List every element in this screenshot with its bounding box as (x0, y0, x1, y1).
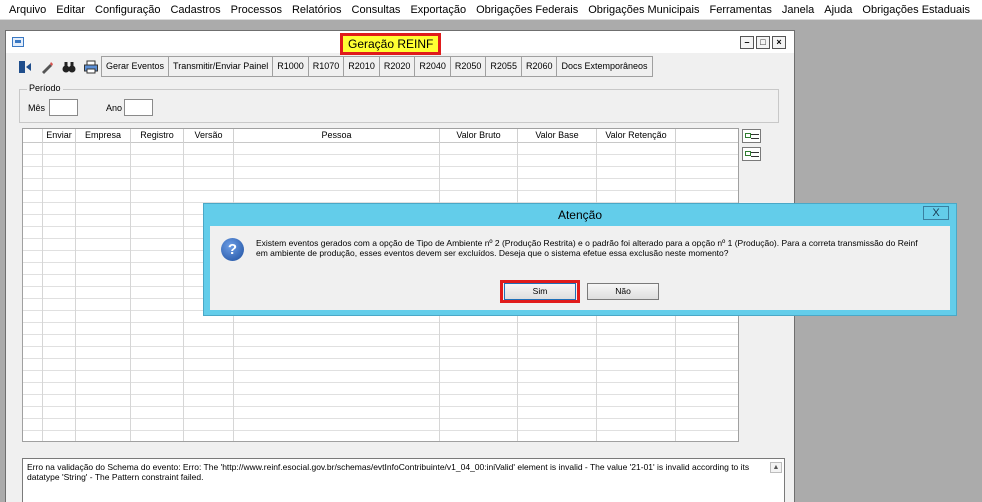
r2060-button[interactable]: R2060 (520, 56, 558, 77)
menu-obrigacoes-estaduais[interactable]: Obrigações Estaduais (857, 0, 975, 20)
minimize-icon[interactable]: – (740, 36, 754, 49)
checklist-icon[interactable] (742, 129, 761, 143)
col-pessoa[interactable]: Pessoa (234, 129, 440, 143)
menu-obrigacoes-federais[interactable]: Obrigações Federais (471, 0, 583, 20)
dialog-message: Existem eventos gerados com a opção de T… (256, 238, 918, 258)
exit-icon[interactable] (14, 56, 36, 77)
window-title-bar: Geração REINF – □ × (6, 31, 794, 55)
grid-divider (183, 129, 184, 441)
menu-janela[interactable]: Janela (777, 0, 819, 20)
col-registro[interactable]: Registro (131, 129, 184, 143)
grid-indicator-divider (42, 129, 43, 441)
menu-editar[interactable]: Editar (51, 0, 90, 20)
transmitir-enviar-painel-button[interactable]: Transmitir/Enviar Painel (168, 56, 274, 77)
scroll-up-icon[interactable]: ▲ (770, 462, 782, 473)
grid-divider (75, 129, 76, 441)
grid-header: Enviar Empresa Registro Versão Pessoa Va… (23, 129, 738, 143)
menu-obrigacoes-municipais[interactable]: Obrigações Municipais (583, 0, 704, 20)
r2020-button[interactable]: R2020 (378, 56, 416, 77)
r2010-button[interactable]: R2010 (343, 56, 380, 77)
menu-exportacao[interactable]: Exportação (405, 0, 471, 20)
error-message: Erro na validação do Schema do evento: E… (27, 462, 750, 482)
close-icon[interactable]: × (772, 36, 786, 49)
toolbar: Gerar Eventos Transmitir/Enviar Painel R… (14, 56, 653, 77)
col-valor-retencao[interactable]: Valor Retenção (597, 129, 676, 143)
dialog-title: Atenção (557, 208, 603, 222)
menu-configuracao[interactable]: Configuração (90, 0, 165, 20)
error-log[interactable]: Erro na validação do Schema do evento: E… (22, 458, 785, 502)
periodo-legend: Período (27, 83, 63, 93)
gerar-eventos-button[interactable]: Gerar Eventos (101, 56, 170, 77)
col-valor-base[interactable]: Valor Base (518, 129, 597, 143)
docs-extemporaneos-button[interactable]: Docs Extemporâneos (556, 56, 653, 77)
col-enviar[interactable]: Enviar (43, 129, 76, 143)
grid-indicator-header (23, 129, 43, 143)
confirm-dialog: Atenção X ? Existem eventos gerados com … (203, 203, 957, 316)
menu-ferramentas[interactable]: Ferramentas (704, 0, 776, 20)
r1070-button[interactable]: R1070 (307, 56, 345, 77)
menu-relatorios[interactable]: Relatórios (287, 0, 347, 20)
pencil-icon[interactable] (36, 56, 58, 77)
menu-bar: Arquivo Editar Configuração Cadastros Pr… (0, 0, 982, 20)
grid-divider (130, 129, 131, 441)
menu-arquivo[interactable]: Arquivo (4, 0, 51, 20)
menu-consultas[interactable]: Consultas (347, 0, 406, 20)
menu-ajuda[interactable]: Ajuda (819, 0, 857, 20)
mes-label: Mês (28, 103, 46, 113)
r1000-button[interactable]: R1000 (272, 56, 309, 77)
col-valor-bruto[interactable]: Valor Bruto (440, 129, 518, 143)
menu-cadastros[interactable]: Cadastros (165, 0, 225, 20)
window-controls: – □ × (740, 36, 786, 49)
window-icon (12, 37, 24, 47)
restore-icon[interactable]: □ (756, 36, 770, 49)
error-scrollbar[interactable]: ▲ (770, 462, 782, 502)
col-versao[interactable]: Versão (184, 129, 234, 143)
col-empresa[interactable]: Empresa (76, 129, 131, 143)
r2040-button[interactable]: R2040 (414, 56, 451, 77)
mdi-workspace: Geração REINF – □ × Gerar Eventos Transm… (0, 20, 982, 502)
mes-input[interactable] (49, 99, 78, 116)
window-title: Geração REINF (340, 33, 442, 55)
binoculars-icon[interactable] (58, 56, 80, 77)
r2050-button[interactable]: R2050 (449, 56, 487, 77)
ano-input[interactable] (124, 99, 153, 116)
ano-label: Ano (106, 103, 123, 113)
periodo-group: Período Mês Ano (19, 83, 779, 123)
nao-button[interactable]: Não (587, 283, 659, 300)
list-icon[interactable] (742, 147, 761, 161)
printer-icon[interactable] (80, 56, 102, 77)
question-icon: ? (221, 238, 244, 261)
sim-button[interactable]: Sim (504, 283, 576, 300)
menu-processos[interactable]: Processos (226, 0, 287, 20)
r2055-button[interactable]: R2055 (485, 56, 522, 77)
dialog-close-icon[interactable]: X (923, 206, 949, 220)
dialog-body: ? Existem eventos gerados com a opção de… (210, 226, 950, 310)
